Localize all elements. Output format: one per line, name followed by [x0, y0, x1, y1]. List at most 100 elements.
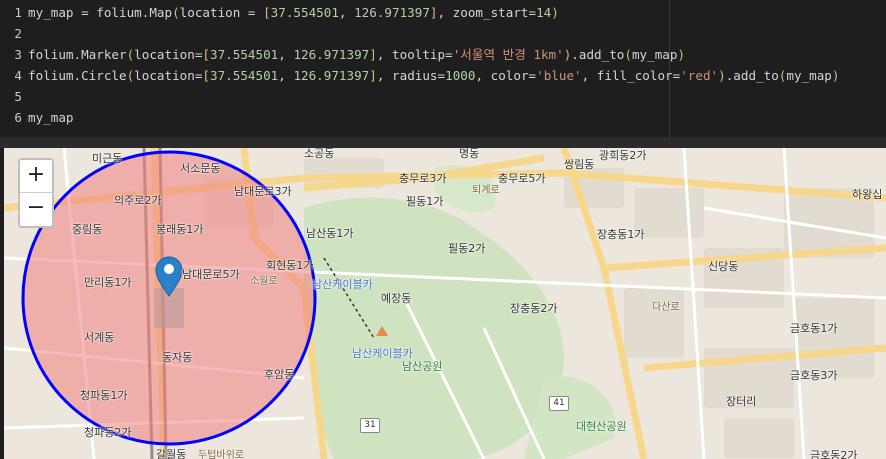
label-daehyeonsan: 대현산공원 — [576, 420, 627, 433]
label-hawang: 하왕십 — [852, 188, 883, 201]
road-label-sowolro: 소월로 — [250, 276, 278, 287]
code-token: ( — [624, 47, 632, 62]
code-token: ( — [172, 5, 180, 20]
label-geumho2: 금호동2가 — [810, 449, 858, 459]
label-huam: 후암동 — [264, 368, 295, 381]
code-token: my_map — [631, 47, 678, 62]
code-token: ] — [429, 5, 438, 20]
code-token: 1000 — [445, 68, 476, 83]
label-manri1: 만리동1가 — [84, 276, 132, 289]
code-token: 126.971397 — [293, 68, 370, 83]
label-namdaemun5: 남대문로5가 — [182, 268, 240, 281]
code-token: '서울역 반경 1km' — [452, 47, 564, 62]
map-output[interactable]: + − 미근동 서소문동 소공동 명동 충무로3가 충무로5가 쌍림동 광희동2… — [4, 148, 886, 459]
label-namdaemun3: 남대문로3가 — [234, 185, 292, 198]
code-token: 126.971397 — [293, 47, 370, 62]
code-token: my_map — [786, 68, 832, 83]
line-number: 1 — [14, 5, 22, 20]
label-namsan1: 남산동1가 — [306, 227, 354, 240]
code-token: folium.Circle — [28, 68, 127, 83]
code-token: 37.554501 — [270, 5, 339, 20]
label-myeongdong: 명동 — [459, 148, 480, 160]
label-hoehyeon1: 회현동1가 — [266, 259, 314, 272]
label-jungnim: 중림동 — [72, 223, 103, 236]
code-line[interactable]: 1 my_map = folium.Map(location = [37.5545… — [0, 2, 559, 23]
code-token: , fill_color= — [581, 68, 681, 83]
code-token: , — [338, 5, 355, 20]
label-bongrae1: 봉래동1가 — [156, 223, 204, 236]
code-token: , — [278, 47, 294, 62]
line-number: 3 — [14, 47, 22, 62]
road-label-toegyero: 퇴계로 — [472, 185, 500, 196]
code-token: .add_to — [725, 68, 779, 83]
code-line[interactable]: 4 folium.Circle(location=[37.554501, 126.… — [0, 65, 839, 86]
label-pil2: 필동2가 — [448, 242, 486, 255]
code-line[interactable]: 5 — [0, 86, 28, 107]
code-token: location = — [179, 5, 264, 20]
code-token: ) — [831, 68, 840, 83]
code-line[interactable]: 6 my_map — [0, 107, 74, 128]
label-seosomun: 서소문동 — [180, 162, 221, 175]
label-cheongpa1: 청파동1가 — [80, 389, 128, 402]
label-jangchung1: 장충동1가 — [597, 228, 645, 241]
label-namsan-park: 남산공원 — [402, 360, 443, 373]
code-token: ] — [369, 68, 377, 83]
code-token: 37.554501 — [210, 68, 279, 83]
label-seogye: 서계동 — [84, 331, 115, 344]
label-gwanghui: 광희동2가 — [599, 149, 647, 162]
code-token: [ — [202, 68, 211, 83]
code-token: my_map — [28, 110, 74, 125]
label-sindang: 신당동 — [708, 260, 739, 273]
line-number: 2 — [14, 26, 22, 41]
code-token: 14 — [536, 5, 552, 20]
label-uiju2: 의주로2가 — [114, 194, 162, 207]
label-chungmu3: 충무로3가 — [399, 172, 447, 185]
code-token: 37.554501 — [210, 47, 279, 62]
label-ssangnim: 쌍림동 — [564, 158, 595, 171]
route-shield-41: 41 — [549, 396, 569, 411]
road-label-dasanro: 다산로 — [652, 302, 680, 313]
label-migeun: 미근동 — [92, 152, 123, 165]
line-number: 4 — [14, 68, 22, 83]
code-token: ) — [677, 47, 686, 62]
line-number: 5 — [14, 89, 22, 104]
label-yejang: 예장동 — [381, 292, 412, 305]
label-dongja: 동자동 — [162, 351, 193, 364]
code-token: [ — [263, 5, 271, 20]
code-editor[interactable]: 1 my_map = folium.Map(location = [37.5545… — [0, 0, 886, 138]
code-token: 'red' — [680, 68, 719, 83]
label-cheongpa2: 청파동2가 — [84, 426, 132, 439]
line-number: 6 — [14, 110, 22, 125]
code-token: , color= — [475, 68, 537, 83]
label-jangteo: 장터리 — [726, 395, 757, 408]
label-geumho3: 금호동3가 — [790, 369, 838, 382]
code-line[interactable]: 3 folium.Marker ( location=[37.554501, 126.… — [0, 44, 685, 65]
code-token: ) — [551, 5, 559, 20]
label-galwol: 갈월동 — [156, 448, 187, 459]
label-cable-1: 남산케이블카 — [312, 278, 373, 291]
label-jangchung2: 장충동2가 — [510, 302, 558, 315]
code-token: ) — [718, 68, 726, 83]
zoom-in-button[interactable]: + — [20, 160, 52, 192]
zoom-control: + − — [18, 158, 54, 228]
zoom-out-button[interactable]: − — [20, 192, 52, 225]
road-label-dutaebawi: 두텁바위로 — [198, 450, 244, 459]
code-token: [ — [202, 47, 211, 62]
code-token: 'blue' — [536, 68, 582, 83]
code-token: , tooltip= — [376, 47, 453, 62]
label-sogong: 소공동 — [304, 148, 335, 160]
code-token: , radius= — [376, 68, 446, 83]
label-pil1: 필동1가 — [406, 195, 444, 208]
code-token: 126.971397 — [354, 5, 430, 20]
code-token: ] — [369, 47, 377, 62]
code-token: folium.Marker — [28, 47, 127, 62]
code-token: location= — [134, 47, 203, 62]
label-geumho1: 금호동1가 — [790, 322, 838, 335]
code-token: .add_to — [571, 47, 625, 62]
code-token: my_map = folium.Map — [28, 5, 173, 20]
code-line[interactable]: 2 — [0, 23, 28, 44]
label-chungmu5: 충무로5가 — [498, 172, 546, 185]
code-token: , — [278, 68, 294, 83]
code-token: location= — [134, 68, 203, 83]
cell-separator — [0, 137, 886, 148]
